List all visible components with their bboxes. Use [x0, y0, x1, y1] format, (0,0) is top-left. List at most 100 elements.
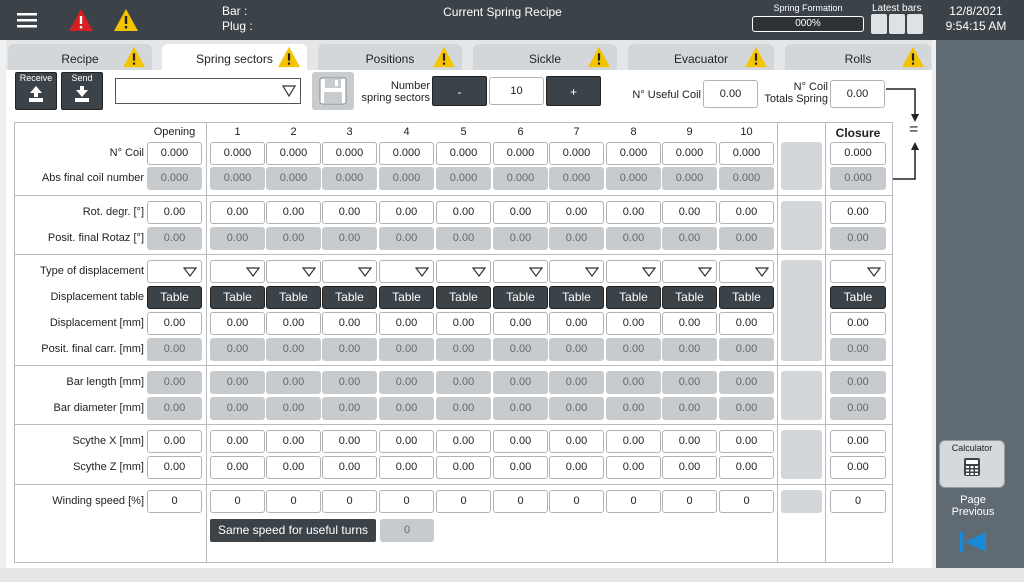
same-speed-button[interactable]: Same speed for useful turns — [210, 519, 376, 542]
tab-spring-sectors[interactable]: Spring sectors — [162, 44, 307, 72]
table-button[interactable]: Table — [662, 286, 717, 309]
value-field[interactable]: 0.000 — [606, 142, 661, 165]
displacement-type-dropdown[interactable] — [379, 260, 434, 283]
value-field[interactable]: 0.000 — [266, 142, 321, 165]
value-field[interactable]: 0.000 — [719, 142, 774, 165]
value-field[interactable]: 0.00 — [493, 430, 548, 453]
value-field[interactable]: 0.00 — [210, 201, 265, 224]
value-field[interactable]: 0.000 — [493, 142, 548, 165]
value-field[interactable]: 0.00 — [210, 456, 265, 479]
value-field[interactable]: 0 — [379, 490, 434, 513]
displacement-type-dropdown[interactable] — [549, 260, 604, 283]
value-field[interactable]: 0.00 — [493, 456, 548, 479]
value-field[interactable]: 0 — [266, 490, 321, 513]
value-field[interactable]: 0.00 — [147, 201, 202, 224]
table-button[interactable]: Table — [549, 286, 604, 309]
value-field[interactable]: 0.00 — [379, 430, 434, 453]
value-field[interactable]: 0 — [662, 490, 717, 513]
value-field[interactable]: 0.00 — [662, 430, 717, 453]
value-field[interactable]: 0.000 — [322, 142, 377, 165]
value-field[interactable]: 0.00 — [210, 312, 265, 335]
warning-icon[interactable] — [113, 8, 139, 32]
value-field[interactable]: 0.00 — [549, 430, 604, 453]
value-field[interactable]: 0.00 — [719, 430, 774, 453]
value-field[interactable]: 0.00 — [549, 312, 604, 335]
displacement-type-dropdown[interactable] — [210, 260, 265, 283]
calculator-button[interactable]: Calculator — [939, 440, 1005, 488]
value-field[interactable]: 0.00 — [662, 201, 717, 224]
value-field[interactable]: 0.00 — [719, 201, 774, 224]
table-button[interactable]: Table — [379, 286, 434, 309]
value-field[interactable]: 0.00 — [436, 201, 491, 224]
value-field[interactable]: 0.000 — [210, 142, 265, 165]
value-field[interactable]: 0.00 — [266, 201, 321, 224]
table-button[interactable]: Table — [719, 286, 774, 309]
value-field[interactable]: 0.00 — [662, 456, 717, 479]
displacement-type-dropdown[interactable] — [719, 260, 774, 283]
value-field[interactable]: 0.000 — [662, 142, 717, 165]
value-field[interactable]: 0.00 — [322, 312, 377, 335]
value-field[interactable]: 0.00 — [379, 201, 434, 224]
coil-totals-field[interactable]: 0.00 — [830, 80, 885, 108]
value-field[interactable]: 0.00 — [147, 430, 202, 453]
table-button[interactable]: Table — [322, 286, 377, 309]
displacement-type-dropdown[interactable] — [266, 260, 321, 283]
value-field[interactable]: 0.00 — [322, 430, 377, 453]
value-field[interactable]: 0 — [210, 490, 265, 513]
value-field[interactable]: 0.00 — [606, 430, 661, 453]
value-field[interactable]: 0 — [493, 490, 548, 513]
displacement-type-dropdown[interactable] — [606, 260, 661, 283]
value-field[interactable]: 0.00 — [210, 430, 265, 453]
table-button[interactable]: Table — [493, 286, 548, 309]
value-field[interactable]: 0 — [719, 490, 774, 513]
table-button[interactable]: Table — [436, 286, 491, 309]
alarm-icon[interactable] — [68, 8, 94, 32]
recipe-combo[interactable] — [115, 78, 301, 104]
value-field[interactable]: 0.00 — [147, 312, 202, 335]
value-field[interactable]: 0.00 — [549, 201, 604, 224]
value-field[interactable]: 0.00 — [606, 456, 661, 479]
value-field[interactable]: 0.00 — [830, 456, 886, 479]
value-field[interactable]: 0.00 — [493, 201, 548, 224]
table-button[interactable]: Table — [606, 286, 661, 309]
tab-recipe[interactable]: Recipe — [8, 44, 152, 70]
value-field[interactable]: 0.00 — [322, 201, 377, 224]
value-field[interactable]: 0 — [830, 490, 886, 513]
value-field[interactable]: 0.00 — [606, 201, 661, 224]
value-field[interactable]: 0.00 — [830, 201, 886, 224]
displacement-type-dropdown[interactable] — [436, 260, 491, 283]
tab-rolls[interactable]: Rolls — [785, 44, 931, 70]
value-field[interactable]: 0.00 — [379, 312, 434, 335]
value-field[interactable]: 0.00 — [662, 312, 717, 335]
value-field[interactable]: 0.00 — [719, 312, 774, 335]
save-button[interactable] — [312, 72, 354, 110]
value-field[interactable]: 0 — [436, 490, 491, 513]
value-field[interactable]: 0.00 — [830, 430, 886, 453]
value-field[interactable]: 0.00 — [266, 312, 321, 335]
displacement-type-dropdown[interactable] — [830, 260, 886, 283]
page-previous-icon[interactable] — [958, 530, 988, 554]
value-field[interactable]: 0.00 — [266, 456, 321, 479]
value-field[interactable]: 0 — [147, 490, 202, 513]
displacement-type-dropdown[interactable] — [322, 260, 377, 283]
useful-coil-field[interactable]: 0.00 — [703, 80, 758, 108]
displacement-type-dropdown[interactable] — [493, 260, 548, 283]
tab-positions[interactable]: Positions — [318, 44, 462, 70]
value-field[interactable]: 0.00 — [436, 312, 491, 335]
table-button[interactable]: Table — [830, 286, 886, 309]
value-field[interactable]: 0.000 — [436, 142, 491, 165]
value-field[interactable]: 0.00 — [549, 456, 604, 479]
spring-sectors-field[interactable]: 10 — [489, 77, 544, 105]
value-field[interactable]: 0 — [322, 490, 377, 513]
increment-button[interactable]: + — [546, 76, 601, 106]
table-button[interactable]: Table — [147, 286, 202, 309]
value-field[interactable]: 0.00 — [379, 456, 434, 479]
value-field[interactable]: 0.00 — [436, 430, 491, 453]
value-field[interactable]: 0.000 — [549, 142, 604, 165]
value-field[interactable]: 0.00 — [436, 456, 491, 479]
value-field[interactable]: 0.00 — [322, 456, 377, 479]
value-field[interactable]: 0.00 — [830, 312, 886, 335]
send-button[interactable]: Send — [61, 72, 103, 110]
menu-button[interactable] — [6, 4, 48, 36]
value-field[interactable]: 0.00 — [493, 312, 548, 335]
